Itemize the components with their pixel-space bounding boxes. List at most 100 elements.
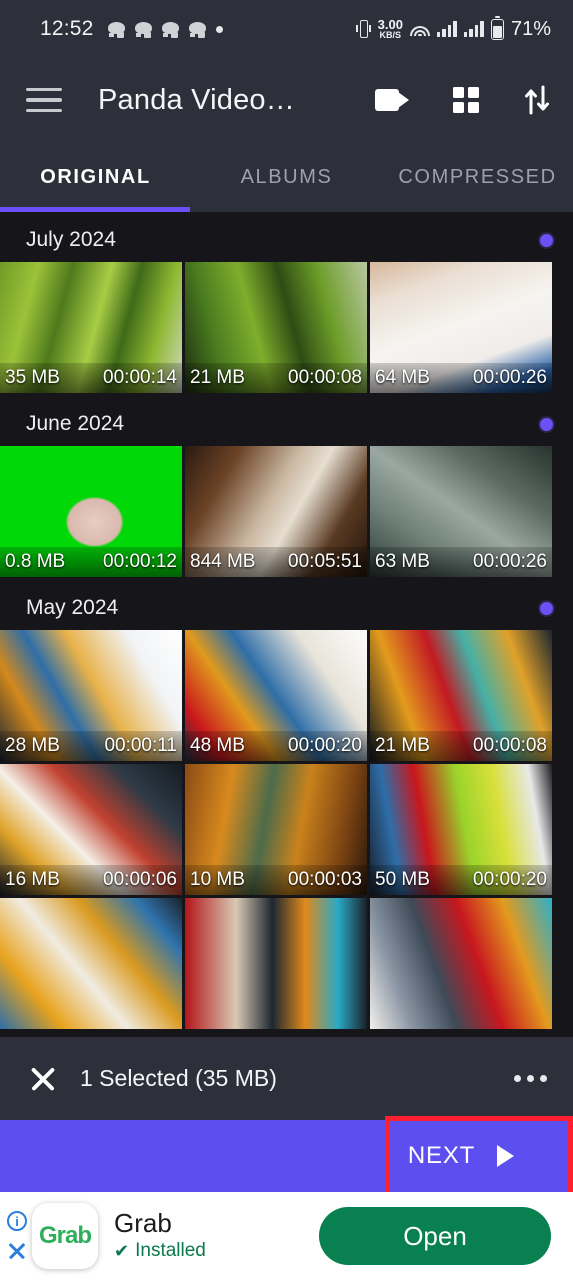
video-thumbnail[interactable]: 64 MB 00:00:26	[370, 262, 552, 393]
signal-bars-icon	[436, 21, 457, 37]
notification-icons	[107, 21, 223, 38]
video-row: 0.8 MB 00:00:12 844 MB 00:05:51 63 MB 00:00:2…	[0, 446, 573, 580]
tab-compressed[interactable]: COMPRESSED	[382, 166, 573, 189]
battery-icon	[490, 15, 504, 40]
tab-original[interactable]: ORIGINAL	[0, 166, 191, 189]
grid-view-icon[interactable]	[453, 87, 479, 113]
status-bar-right: 3.00 KB/S 71%	[355, 15, 551, 41]
status-time: 12:52	[40, 17, 94, 40]
section-title: July 2024	[26, 228, 116, 251]
close-icon[interactable]	[28, 1064, 58, 1094]
wifi-icon	[409, 21, 430, 37]
status-bar: 12:52 3.00 KB/S 71%	[0, 0, 573, 58]
thumbnail-meta: 63 MB 00:00:26	[370, 547, 552, 577]
video-duration: 00:00:14	[103, 367, 177, 388]
video-thumbnail[interactable]: 16 MB 00:00:06	[0, 764, 182, 895]
video-size: 64 MB	[375, 367, 430, 388]
signal-bars-icon	[463, 21, 484, 37]
hamburger-menu-icon[interactable]	[26, 80, 66, 120]
thumbnail-meta: 21 MB 00:00:08	[370, 731, 552, 761]
thumbnail-meta: 35 MB 00:00:14	[0, 363, 182, 393]
thumbnail-meta: 21 MB 00:00:08	[185, 363, 367, 393]
video-thumbnail[interactable]	[0, 898, 182, 1029]
thumbnail-meta: 28 MB 00:00:11	[0, 731, 182, 761]
ad-open-button[interactable]: Open	[319, 1207, 551, 1265]
thumbnail-meta: 0.8 MB 00:00:12	[0, 547, 182, 577]
message-notification-icon	[161, 21, 179, 38]
video-duration: 00:00:12	[103, 551, 177, 572]
video-size: 21 MB	[190, 367, 245, 388]
video-duration: 00:00:26	[473, 551, 547, 572]
tab-albums[interactable]: ALBUMS	[191, 166, 382, 189]
video-size: 50 MB	[375, 869, 430, 890]
video-thumbnail[interactable]: 50 MB 00:00:20	[370, 764, 552, 895]
select-all-dot[interactable]	[540, 601, 553, 615]
video-thumbnail[interactable]: 28 MB 00:00:11	[0, 630, 182, 761]
thumbnail-image	[185, 898, 367, 1029]
video-duration: 00:00:08	[288, 367, 362, 388]
video-thumbnail[interactable]: 63 MB 00:00:26	[370, 446, 552, 577]
section-header: June 2024	[0, 396, 573, 446]
section-header: July 2024	[0, 212, 573, 262]
thumbnail-meta: 10 MB 00:00:03	[185, 865, 367, 895]
selection-bar: 1 Selected (35 MB)	[0, 1037, 573, 1120]
thumbnail-image	[0, 898, 182, 1029]
video-thumbnail[interactable]	[185, 898, 367, 1029]
message-notification-icon	[134, 21, 152, 38]
video-list[interactable]: July 2024 35 MB 00:00:14 21 MB 00:00:08 64 MB…	[0, 212, 573, 1037]
select-all-dot[interactable]	[540, 417, 553, 431]
video-thumbnail[interactable]: 10 MB 00:00:03	[185, 764, 367, 895]
video-thumbnail[interactable]: 0.8 MB 00:00:12	[0, 446, 182, 577]
video-camera-icon[interactable]	[375, 89, 409, 111]
status-bar-left: 12:52	[40, 17, 223, 41]
ad-banner[interactable]: i Grab Grab ✔ Installed Open	[0, 1192, 573, 1280]
video-duration: 00:00:20	[288, 735, 362, 756]
thumbnail-image	[370, 898, 552, 1029]
video-duration: 00:00:08	[473, 735, 547, 756]
select-all-dot[interactable]	[540, 233, 553, 247]
thumbnail-meta: 64 MB 00:00:26	[370, 363, 552, 393]
message-notification-icon	[107, 21, 125, 38]
video-size: 21 MB	[375, 735, 430, 756]
video-duration: 00:00:20	[473, 869, 547, 890]
overflow-menu-icon[interactable]	[514, 1075, 547, 1082]
network-speed-unit: KB/S	[379, 30, 402, 40]
video-size: 48 MB	[190, 735, 245, 756]
vibrate-icon	[355, 19, 371, 39]
video-thumbnail[interactable]: 844 MB 00:05:51	[185, 446, 367, 577]
ad-controls: i	[0, 1192, 30, 1280]
next-button[interactable]: NEXT	[385, 1120, 573, 1192]
video-row: 28 MB 00:00:11 48 MB 00:00:20 21 MB 00:00:08	[0, 630, 573, 764]
video-thumbnail[interactable]	[370, 898, 552, 1029]
thumbnail-meta: 48 MB 00:00:20	[185, 731, 367, 761]
selection-count-label: 1 Selected (35 MB)	[80, 1065, 277, 1091]
battery-percent: 71%	[510, 17, 551, 40]
check-icon: ✔	[114, 1240, 130, 1261]
video-duration: 00:05:51	[288, 551, 362, 572]
video-size: 16 MB	[5, 869, 60, 890]
info-icon[interactable]: i	[7, 1211, 27, 1231]
video-size: 10 MB	[190, 869, 245, 890]
app-bar-actions	[375, 85, 551, 115]
tab-bar: ORIGINAL ALBUMS COMPRESSED	[0, 142, 573, 212]
video-thumbnail[interactable]: 48 MB 00:00:20	[185, 630, 367, 761]
ad-logo-text: Grab	[38, 1222, 92, 1249]
video-size: 844 MB	[190, 551, 256, 572]
video-thumbnail[interactable]: 35 MB 00:00:14	[0, 262, 182, 393]
ad-subtitle: ✔ Installed	[114, 1240, 319, 1262]
sort-icon[interactable]	[523, 85, 551, 115]
network-speed: 3.00 KB/S	[378, 18, 403, 40]
video-duration: 00:00:26	[473, 367, 547, 388]
ad-close-icon[interactable]	[7, 1241, 27, 1261]
section-title: May 2024	[26, 596, 119, 619]
app-screen: 12:52 3.00 KB/S 71% Panda Video… ORIGINA…	[0, 0, 573, 1280]
thumbnail-meta: 50 MB 00:00:20	[370, 865, 552, 895]
next-button-label: NEXT	[407, 1142, 476, 1169]
video-thumbnail[interactable]: 21 MB 00:00:08	[370, 630, 552, 761]
video-thumbnail[interactable]: 21 MB 00:00:08	[185, 262, 367, 393]
video-size: 0.8 MB	[5, 551, 66, 572]
section-title: June 2024	[26, 412, 125, 435]
ad-app-logo: Grab	[32, 1203, 98, 1269]
next-bar: NEXT	[0, 1116, 573, 1206]
video-size: 63 MB	[375, 551, 430, 572]
